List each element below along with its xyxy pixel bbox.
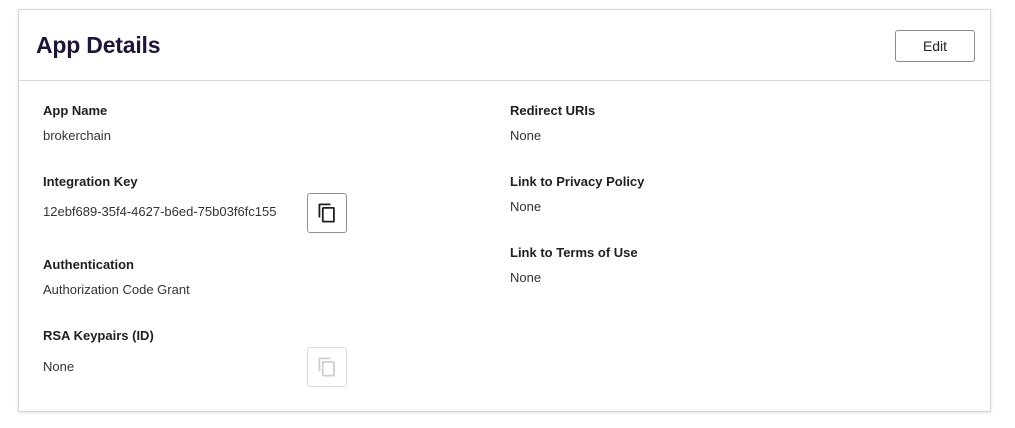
redirect-uris-value: None — [510, 128, 542, 143]
authentication-label: Authentication — [43, 257, 134, 272]
app-name-value: brokerchain — [43, 128, 111, 143]
redirect-uris-field: Redirect URIs None — [510, 103, 595, 144]
app-name-label: App Name — [43, 103, 108, 118]
authentication-field: Authentication Authorization Code Grant — [43, 257, 190, 298]
copy-icon — [318, 203, 335, 223]
rsa-keypairs-value: None — [43, 359, 75, 374]
integration-key-value: 12ebf689-35f4-4627-b6ed-75b03f6fc155 — [43, 204, 277, 219]
authentication-value: Authorization Code Grant — [43, 282, 190, 297]
edit-button[interactable]: Edit — [895, 30, 975, 62]
copy-integration-key-button[interactable] — [307, 193, 347, 233]
integration-key-field: Integration Key 12ebf689-35f4-4627-b6ed-… — [43, 174, 276, 220]
copy-icon — [318, 357, 335, 377]
page-title: App Details — [36, 32, 161, 58]
copy-rsa-keypairs-button[interactable] — [307, 347, 347, 387]
app-name-field: App Name brokerchain — [43, 103, 111, 144]
integration-key-label: Integration Key — [43, 174, 138, 189]
privacy-policy-label: Link to Privacy Policy — [510, 174, 645, 189]
redirect-uris-label: Redirect URIs — [510, 103, 596, 118]
app-details-card: App Details Edit App Name brokerchain In… — [18, 9, 991, 412]
rsa-keypairs-field: RSA Keypairs (ID) None — [43, 328, 154, 375]
terms-of-use-label: Link to Terms of Use — [510, 245, 638, 260]
card-header: App Details Edit — [19, 10, 990, 81]
rsa-keypairs-label: RSA Keypairs (ID) — [43, 328, 154, 343]
terms-of-use-value: None — [510, 270, 542, 285]
privacy-policy-value: None — [510, 199, 542, 214]
terms-of-use-field: Link to Terms of Use None — [510, 245, 638, 286]
privacy-policy-field: Link to Privacy Policy None — [510, 174, 644, 215]
